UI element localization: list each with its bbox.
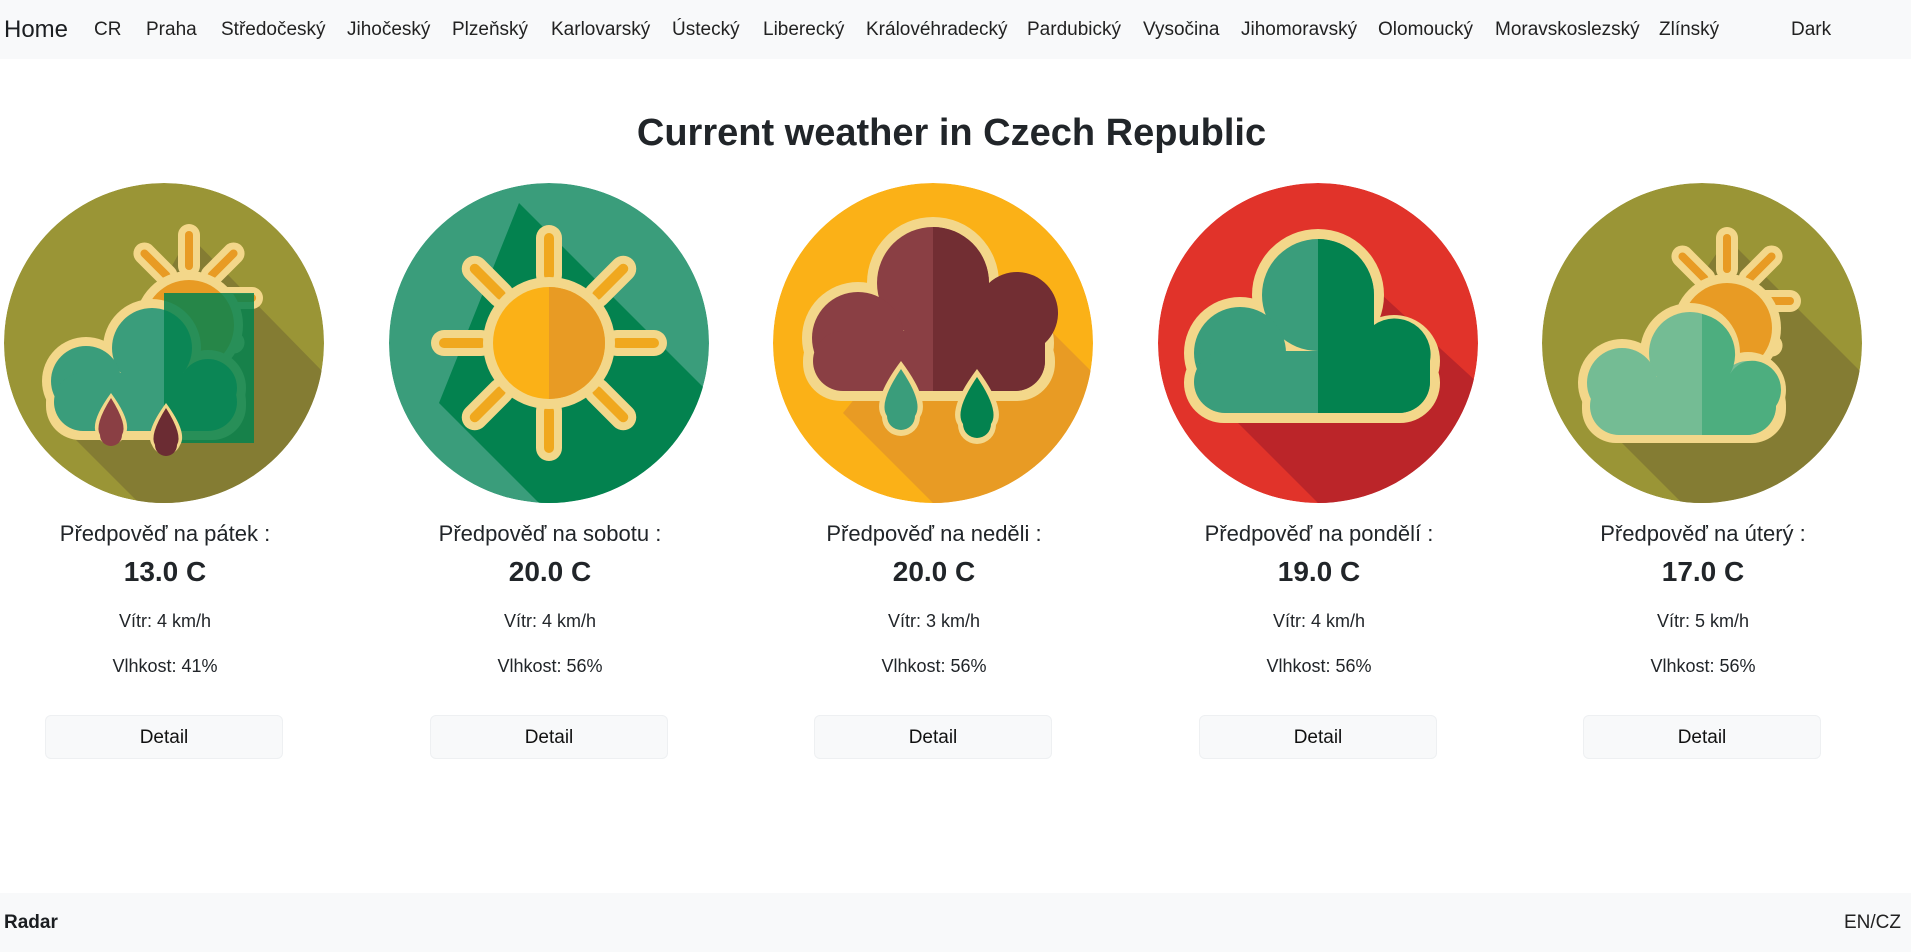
home-link[interactable]: Home bbox=[4, 16, 68, 44]
nav-item-praha[interactable]: Praha bbox=[146, 19, 197, 41]
forecast-wind: Vítr: 4 km/h bbox=[118, 611, 212, 631]
forecast-humidity: Vlhkost: 56% bbox=[497, 656, 603, 676]
nav-item-olomoucky[interactable]: Olomoucký bbox=[1378, 19, 1473, 41]
partly-cloudy-icon bbox=[1542, 183, 1862, 503]
forecast-humidity: Vlhkost: 41% bbox=[112, 656, 218, 676]
forecast-day-label: Předpověď na sobotu : bbox=[438, 521, 662, 546]
forecast-card: Předpověď na pátek : 13.0 C Vítr: 4 km/h… bbox=[0, 183, 330, 763]
forecast-humidity: Vlhkost: 56% bbox=[881, 656, 987, 676]
forecast-temperature: 20.0 C bbox=[508, 556, 592, 587]
nav-item-karlovarsky[interactable]: Karlovarský bbox=[551, 19, 650, 41]
forecast-day-label: Předpověď na pondělí : bbox=[1204, 521, 1434, 546]
footer: Radar EN/CZ bbox=[0, 893, 1911, 952]
forecast-day-label: Předpověď na úterý : bbox=[1600, 521, 1806, 546]
sun-icon bbox=[389, 183, 709, 503]
navbar: Home CR Praha Středočeský Jihočeský Plze… bbox=[0, 0, 1911, 59]
nav-item-plzensky[interactable]: Plzeňský bbox=[452, 19, 528, 41]
cloud-icon bbox=[1158, 183, 1478, 503]
page-title: Current weather in Czech Republic bbox=[636, 112, 1267, 155]
forecast-card: Předpověď na úterý : 17.0 C Vítr: 5 km/h… bbox=[1538, 183, 1868, 763]
forecast-temperature: 20.0 C bbox=[892, 556, 976, 587]
nav-item-moravskoslezsky[interactable]: Moravskoslezský bbox=[1495, 19, 1640, 41]
forecast-day-label: Předpověď na pátek : bbox=[59, 521, 271, 546]
detail-button[interactable]: Detail bbox=[1583, 715, 1821, 759]
nav-item-jihomoravsky[interactable]: Jihomoravský bbox=[1241, 19, 1357, 41]
forecast-temperature: 13.0 C bbox=[123, 556, 207, 587]
detail-button[interactable]: Detail bbox=[1199, 715, 1437, 759]
forecast-wind: Vítr: 3 km/h bbox=[887, 611, 981, 631]
forecast-humidity: Vlhkost: 56% bbox=[1650, 656, 1756, 676]
forecast-card: Předpověď na sobotu : 20.0 C Vítr: 4 km/… bbox=[385, 183, 715, 763]
nav-item-ustecky[interactable]: Ústecký bbox=[672, 19, 740, 41]
forecast-day-label: Předpověď na neděli : bbox=[826, 521, 1042, 546]
theme-toggle[interactable]: Dark bbox=[1791, 19, 1831, 41]
nav-item-jihocesky[interactable]: Jihočeský bbox=[347, 19, 430, 41]
forecast-wind: Vítr: 5 km/h bbox=[1656, 611, 1750, 631]
nav-item-zlinsky[interactable]: Zlínský bbox=[1659, 19, 1719, 41]
nav-item-vysocina[interactable]: Vysočina bbox=[1143, 19, 1219, 41]
nav-item-liberecky[interactable]: Liberecký bbox=[763, 19, 844, 41]
forecast-card: Předpověď na pondělí : 19.0 C Vítr: 4 km… bbox=[1154, 183, 1484, 763]
radar-link[interactable]: Radar bbox=[4, 912, 58, 934]
forecast-card: Předpověď na neděli : 20.0 C Vítr: 3 km/… bbox=[769, 183, 1099, 763]
forecast-temperature: 19.0 C bbox=[1277, 556, 1361, 587]
nav-item-kralovehradecky[interactable]: Královéhradecký bbox=[866, 19, 1008, 41]
forecast-humidity: Vlhkost: 56% bbox=[1266, 656, 1372, 676]
nav-item-pardubicky[interactable]: Pardubický bbox=[1027, 19, 1121, 41]
sun-cloud-rain-icon bbox=[4, 183, 324, 503]
language-switch[interactable]: EN/CZ bbox=[1844, 912, 1901, 934]
detail-button[interactable]: Detail bbox=[814, 715, 1052, 759]
nav-item-stredocesky[interactable]: Středočeský bbox=[221, 19, 326, 41]
forecast-wind: Vítr: 4 km/h bbox=[1272, 611, 1366, 631]
nav-item-cr[interactable]: CR bbox=[94, 19, 121, 41]
forecast-temperature: 17.0 C bbox=[1661, 556, 1745, 587]
detail-button[interactable]: Detail bbox=[45, 715, 283, 759]
rain-cloud-icon bbox=[773, 183, 1093, 503]
detail-button[interactable]: Detail bbox=[430, 715, 668, 759]
forecast-wind: Vítr: 4 km/h bbox=[503, 611, 597, 631]
